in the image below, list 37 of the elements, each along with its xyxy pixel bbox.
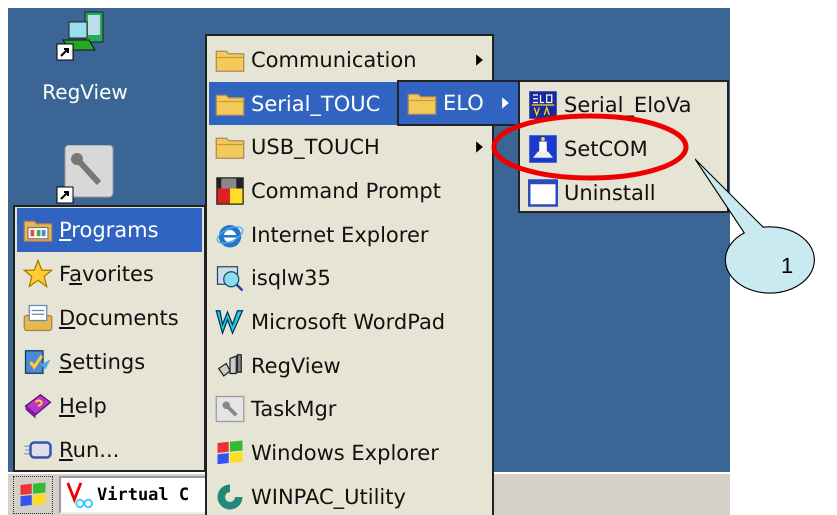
star-icon <box>23 259 53 289</box>
callout-number: 1 <box>781 253 794 279</box>
device-icon <box>528 134 558 164</box>
submenu-arrow-icon <box>475 140 484 154</box>
elo-va-logo-icon <box>528 90 558 120</box>
programs-menu-item[interactable]: Communication <box>209 38 490 82</box>
start-menu-item[interactable]: Programs <box>17 208 202 252</box>
programs-menu-item[interactable]: USB_TOUCH <box>209 125 490 170</box>
submenu-item[interactable]: Uninstall <box>522 171 725 215</box>
programs-menu-item[interactable]: Internet Explorer <box>209 212 490 256</box>
command-prompt-icon <box>215 176 245 206</box>
programs-menu-item[interactable]: TaskMgr <box>209 388 490 432</box>
submenu-arrow-icon <box>501 96 510 110</box>
settings-icon <box>23 347 53 377</box>
window-icon <box>528 178 558 208</box>
help-book-icon <box>23 391 53 421</box>
start-menu-item[interactable]: Documents <box>17 296 202 340</box>
submenu-item[interactable]: Serial_EloVa <box>522 83 725 127</box>
submenu-item[interactable]: SetCOM <box>522 127 725 171</box>
start-menu-item[interactable]: Help <box>17 384 202 428</box>
documents-icon <box>23 303 53 333</box>
programs-menu-item[interactable]: WINPAC_Utility <box>209 474 490 515</box>
start-menu-item[interactable]: Run... <box>17 428 202 472</box>
submenu-arrow-icon <box>475 52 484 67</box>
programs-menu-item[interactable]: Microsoft WordPad <box>209 300 490 344</box>
start-menu-item[interactable]: Favorites <box>17 252 202 296</box>
start-button[interactable] <box>13 476 53 514</box>
swirl-logo-icon <box>215 482 245 512</box>
programs-menu-item[interactable]: Command Prompt <box>209 169 490 213</box>
desktop-icon-label[interactable]: RegView <box>42 80 128 104</box>
programs-menu-item[interactable]: RegView <box>209 344 490 388</box>
programs-menu-item[interactable]: isqlw35 <box>209 256 490 300</box>
wrench-icon <box>215 394 245 424</box>
start-menu-item[interactable]: Settings <box>17 340 202 384</box>
wrench-shortcut-icon[interactable] <box>55 145 115 205</box>
app-logo-icon <box>65 480 93 508</box>
programs-menu-item[interactable]: Windows Explorer <box>209 431 490 475</box>
